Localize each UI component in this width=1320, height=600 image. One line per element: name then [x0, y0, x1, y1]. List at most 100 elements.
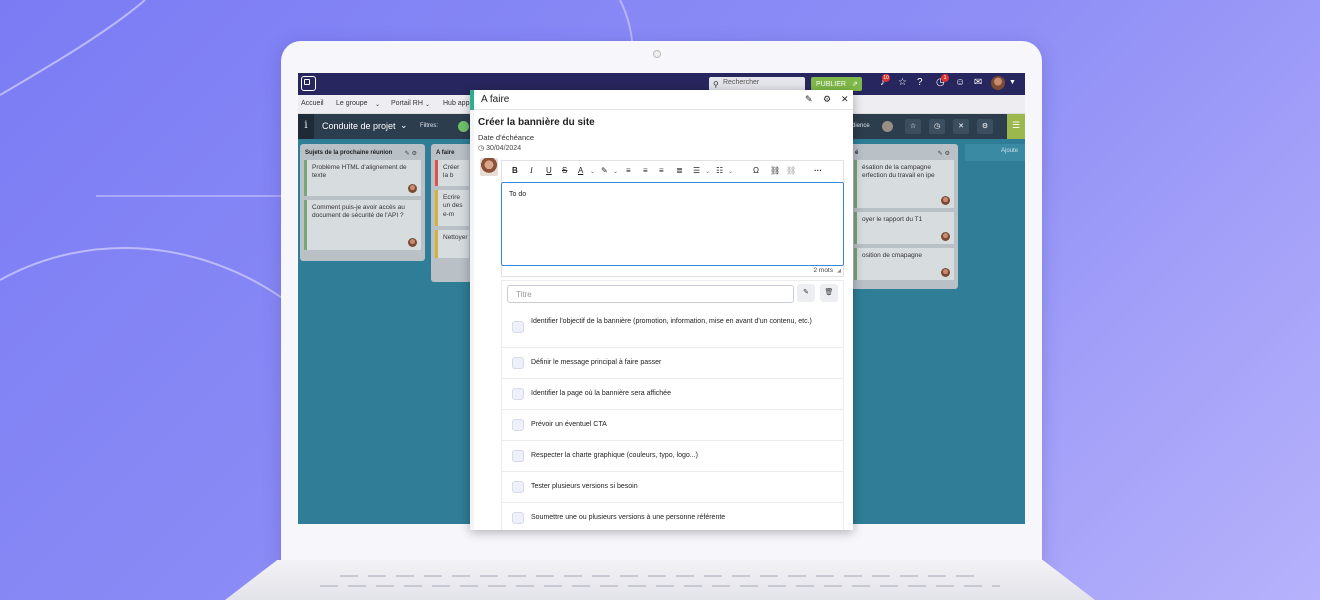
- menu-item-accueil[interactable]: Accueil: [301, 100, 324, 107]
- align-center-icon[interactable]: ≡: [643, 166, 648, 175]
- task-card[interactable]: ésation de la campagne erfection du trav…: [854, 160, 954, 208]
- checklist-checkbox[interactable]: [512, 481, 524, 493]
- clock-icon[interactable]: ◷: [929, 119, 945, 134]
- checklist-checkbox[interactable]: [512, 512, 524, 524]
- checklist-item: Prévoir un éventuel CTA: [502, 410, 843, 441]
- gear-icon[interactable]: ⚙: [823, 94, 831, 105]
- filter-avatar[interactable]: [458, 121, 469, 132]
- checklist-title-input[interactable]: Titre: [507, 285, 794, 303]
- column-title: é ✎⚙: [853, 147, 955, 160]
- avatar: [941, 268, 950, 277]
- close-icon[interactable]: ✕: [841, 94, 849, 105]
- highlight-icon[interactable]: ✎: [601, 166, 608, 175]
- checklist-item-label: Identifier la page où la bannière sera a…: [531, 390, 671, 397]
- text-color-icon[interactable]: A: [578, 166, 583, 175]
- checklist-checkbox[interactable]: [512, 357, 524, 369]
- editor-content: To do: [509, 191, 527, 198]
- task-card[interactable]: Créer la b: [435, 160, 469, 186]
- info-icon[interactable]: i: [298, 114, 314, 139]
- checklist-item-label: Respecter la charte graphique (couleurs,…: [531, 452, 698, 459]
- chevron-down-icon[interactable]: ⌄: [728, 168, 733, 175]
- laptop-keyboard-base: [225, 560, 1095, 600]
- task-title: Créer la bannière du site: [478, 117, 595, 128]
- checklist-item-label: Soumettre une ou plusieurs versions à un…: [531, 514, 726, 521]
- bullet-list-icon[interactable]: ☰: [693, 166, 700, 175]
- chevron-down-icon[interactable]: ⌄: [705, 168, 710, 175]
- chevron-down-icon[interactable]: ⌄: [400, 120, 408, 131]
- chat-icon[interactable]: ✉: [974, 77, 982, 88]
- chevron-down-icon[interactable]: ▼: [1009, 79, 1016, 86]
- search-input[interactable]: ⚲ Rechercher: [709, 77, 805, 91]
- menu-item-hub-app[interactable]: Hub app: [443, 100, 469, 107]
- modal-header: A faire ✎ ⚙ ✕: [470, 90, 853, 110]
- editor-toolbar: B I U S A ⌄ ✎ ⌄ ≡ ≡ ≡ ≣ ☰ ⌄ ☷ ⌄ Ω ⛓ ⛓ ··…: [501, 160, 844, 182]
- modal-side-strip: [470, 110, 474, 530]
- numbered-list-icon[interactable]: ☷: [716, 166, 723, 175]
- card-text: Nettoyer: [443, 234, 468, 241]
- checklist-item: Soumettre une ou plusieurs versions à un…: [502, 503, 843, 530]
- help-icon[interactable]: ?: [917, 77, 923, 88]
- card-text: Problème HTML d'alignement de texte: [312, 164, 407, 180]
- avatar[interactable]: [882, 121, 893, 132]
- expand-icon[interactable]: ✕: [953, 119, 969, 134]
- menu-item-le-groupe[interactable]: Le groupe: [336, 100, 368, 107]
- edit-button[interactable]: ✎: [797, 284, 815, 302]
- delete-button[interactable]: 🗑: [820, 284, 838, 302]
- avatar: [408, 184, 417, 193]
- add-column-button[interactable]: Ajoute: [965, 144, 1025, 161]
- user-icon[interactable]: ☺: [955, 77, 965, 88]
- task-card[interactable]: Nettoyer: [435, 230, 469, 258]
- checklist-checkbox[interactable]: [512, 321, 524, 333]
- column-title-text: A faire: [436, 150, 455, 156]
- align-left-icon[interactable]: ≡: [626, 166, 631, 175]
- checklist-item: Tester plusieurs versions si besoin: [502, 472, 843, 503]
- modal-title: A faire: [481, 94, 510, 105]
- card-text: Comment puis-je avoir accès au document …: [312, 204, 405, 220]
- italic-icon[interactable]: I: [530, 166, 533, 175]
- publish-button[interactable]: PUBLIER ⇗: [811, 77, 862, 91]
- avatar[interactable]: [991, 76, 1005, 90]
- more-icon[interactable]: ···: [814, 166, 822, 175]
- underline-icon[interactable]: U: [546, 166, 552, 175]
- rich-text-editor[interactable]: To do: [501, 182, 844, 266]
- pencil-icon[interactable]: ✎: [805, 94, 813, 105]
- task-card[interactable]: oyer le rapport du T1: [854, 212, 954, 244]
- checklist-checkbox[interactable]: [512, 419, 524, 431]
- unlink-icon[interactable]: ⛓: [786, 166, 796, 175]
- gear-icon[interactable]: ⚙: [977, 119, 993, 134]
- board-column: A faire Créer la b Ecrire un des e-m Net…: [431, 144, 473, 282]
- pencil-gear-icon[interactable]: ✎⚙: [405, 150, 419, 157]
- card-text: ésation de la campagne erfection du trav…: [862, 164, 935, 180]
- notifications-badge: 10: [882, 74, 890, 82]
- bold-icon[interactable]: B: [512, 166, 518, 175]
- task-card[interactable]: Comment puis-je avoir accès au document …: [304, 200, 421, 250]
- strikethrough-icon[interactable]: S: [562, 166, 567, 175]
- publish-label: PUBLIER: [816, 81, 846, 88]
- app-logo-icon[interactable]: [301, 76, 316, 91]
- menu-icon[interactable]: ☰: [1007, 114, 1025, 139]
- project-title[interactable]: Conduite de projet: [322, 121, 396, 131]
- align-justify-icon[interactable]: ≣: [676, 166, 683, 175]
- link-icon[interactable]: ⛓: [770, 166, 780, 175]
- avatar: [480, 158, 498, 176]
- chevron-down-icon[interactable]: ⌄: [590, 168, 595, 175]
- star-icon[interactable]: ☆: [898, 77, 907, 88]
- resize-handle-icon[interactable]: ◢: [837, 268, 841, 274]
- align-right-icon[interactable]: ≡: [659, 166, 664, 175]
- task-card[interactable]: Ecrire un des e-m: [435, 190, 469, 226]
- filters-label: Filtres:: [420, 123, 438, 129]
- special-char-icon[interactable]: Ω: [753, 166, 759, 175]
- task-card[interactable]: Problème HTML d'alignement de texte: [304, 160, 421, 196]
- pencil-gear-icon[interactable]: ✎⚙: [938, 150, 952, 157]
- word-count-text: 2 mots: [813, 267, 833, 274]
- checklist-checkbox[interactable]: [512, 450, 524, 462]
- card-text: osition de cmapagne: [862, 252, 922, 259]
- star-icon[interactable]: ☆: [905, 119, 921, 134]
- checklist-checkbox[interactable]: [512, 388, 524, 400]
- checklist-item: Identifier l'objectif de la bannière (pr…: [502, 307, 843, 348]
- clock-icon: ◷: [478, 145, 485, 152]
- task-card[interactable]: osition de cmapagne: [854, 248, 954, 280]
- column-title-text: Sujets de la prochaine réunion: [305, 150, 393, 156]
- chevron-down-icon[interactable]: ⌄: [613, 168, 618, 175]
- menu-item-portail-rh[interactable]: Portail RH: [391, 100, 423, 107]
